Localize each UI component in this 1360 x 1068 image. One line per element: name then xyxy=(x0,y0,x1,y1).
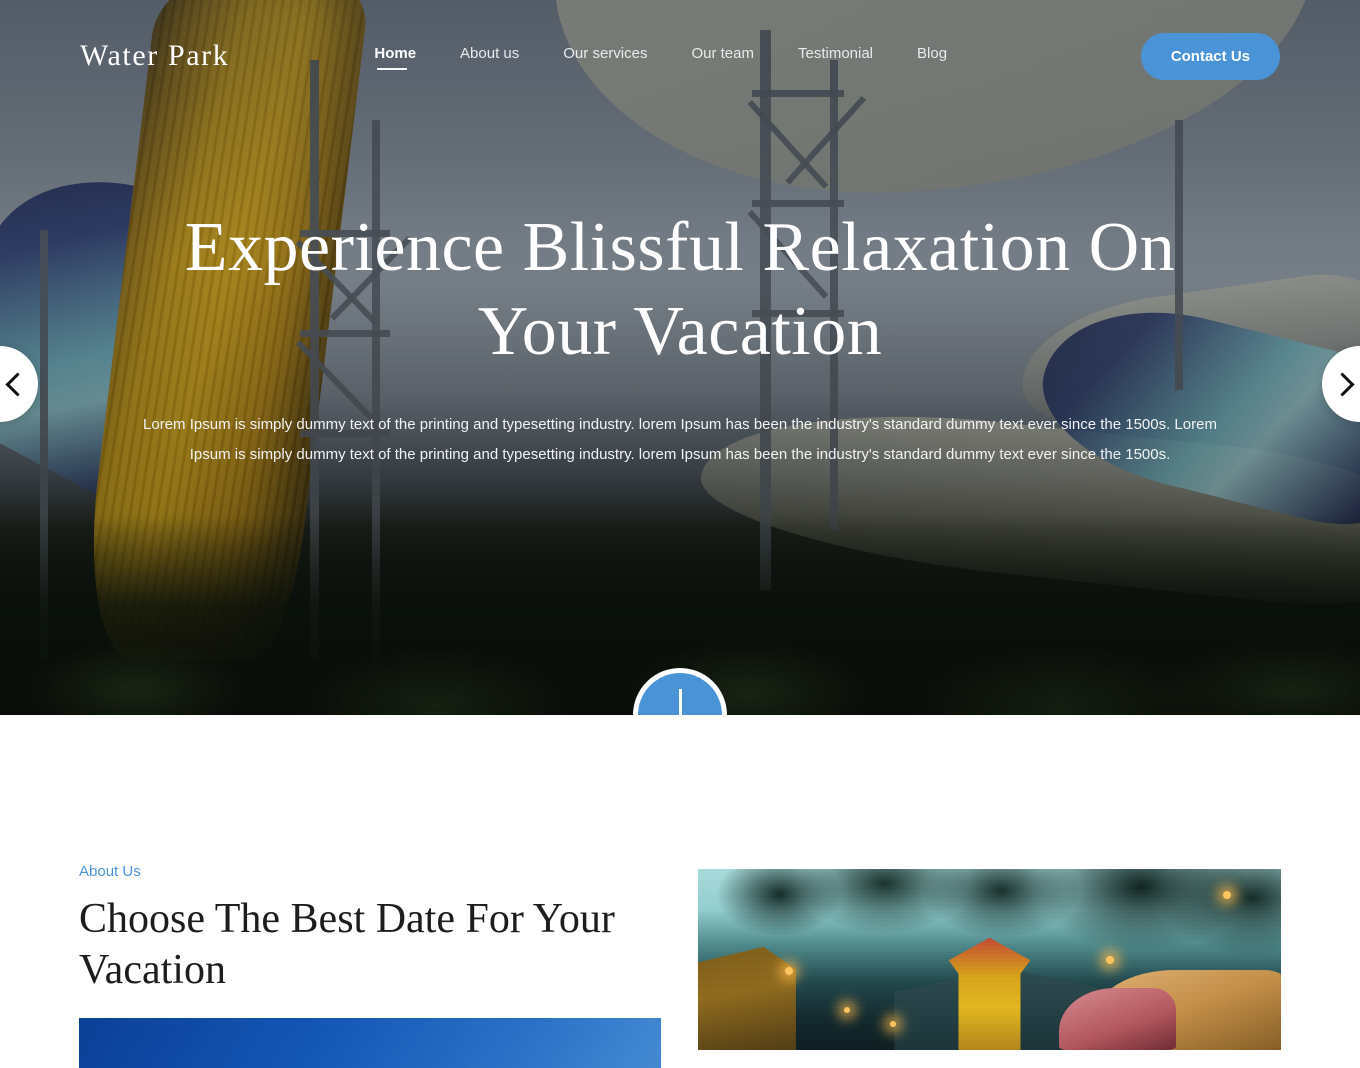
splash-photo xyxy=(79,1018,661,1068)
about-eyebrow-label: About Us xyxy=(79,863,141,880)
hero-section: Water Park Home About us Our services Ou… xyxy=(0,0,1360,715)
about-image-dusk xyxy=(698,869,1281,1050)
nav-item-our-services[interactable]: Our services xyxy=(563,45,647,68)
about-heading: Choose The Best Date For Your Vacation xyxy=(79,896,615,994)
site-header: Water Park Home About us Our services Ou… xyxy=(0,0,1360,112)
hero-paragraph: Lorem Ipsum is simply dummy text of the … xyxy=(143,416,1217,463)
dusk-grain xyxy=(698,869,1281,1050)
dusk-photo xyxy=(698,869,1281,1050)
nav-item-blog[interactable]: Blog xyxy=(917,45,947,68)
hero-title: Experience Blissful Relaxation On Your V… xyxy=(184,209,1176,371)
site-logo[interactable]: Water Park xyxy=(80,39,229,73)
about-text-block: About Us Choose The Best Date For Your V… xyxy=(79,863,664,996)
nav-item-our-team[interactable]: Our team xyxy=(691,45,754,68)
arrow-down-icon xyxy=(678,689,682,715)
main-navigation: Home About us Our services Our team Test… xyxy=(374,45,947,70)
chevron-left-icon xyxy=(5,371,30,397)
chevron-right-icon xyxy=(1330,371,1355,397)
about-image-splash xyxy=(79,1018,661,1068)
nav-item-testimonial[interactable]: Testimonial xyxy=(798,45,873,68)
contact-us-button[interactable]: Contact Us xyxy=(1140,32,1280,80)
nav-item-about-us[interactable]: About us xyxy=(460,45,519,68)
nav-item-home[interactable]: Home xyxy=(374,45,416,70)
